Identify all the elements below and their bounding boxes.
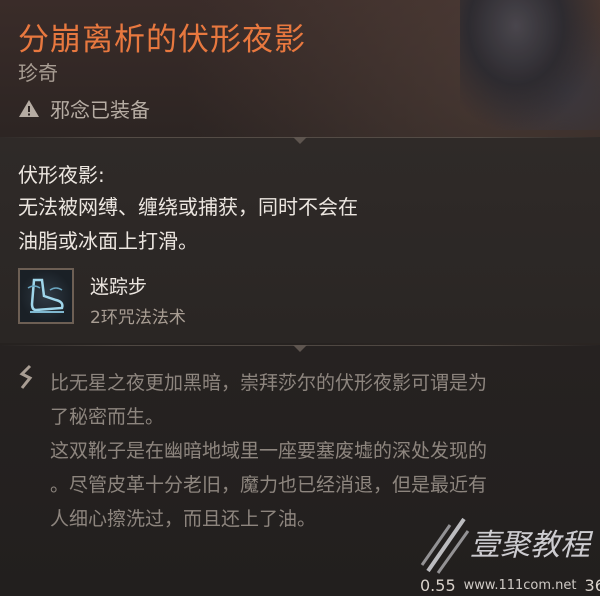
weight-value: 0.55 [420, 575, 456, 595]
lore-line: 比无星之夜更加黑暗，崇拜莎尔的伏形夜影可谓是为 [50, 372, 488, 394]
spell-name[interactable]: 迷踪步 [90, 272, 147, 299]
item-tooltip: 分崩离析的伏形夜影 珍奇 邪念已装备 伏形夜影: 无法被网缚、缠绕或捕获，同时不… [0, 0, 600, 596]
watermark-url: www.111com.net [463, 577, 577, 593]
divider-notch [293, 137, 307, 144]
equip-status-text: 邪念已装备 [50, 98, 150, 122]
divider-notch [293, 345, 307, 352]
lore-line: 了秘密而生。 [50, 406, 165, 428]
passive-description-line: 无法被网缚、缠绕或捕获，同时不会在 [18, 195, 358, 219]
misty-step-icon[interactable] [18, 268, 74, 324]
passive-name: 伏形夜影: [18, 163, 105, 187]
watermark-logo [420, 515, 472, 575]
equip-status-row: 邪念已装备 [18, 94, 150, 123]
lore-quote-icon [18, 364, 36, 390]
watermark-text: 壹聚教程 [470, 528, 590, 563]
warning-icon [18, 98, 40, 120]
passive-description-line: 油脂或冰面上打滑。 [18, 229, 198, 253]
footer-strip: 0.55 www.111com.net 360 [420, 574, 600, 596]
lore-line: 。尽管皮革十分老旧，魔力也已经消退，但是最近有 [50, 474, 488, 496]
lore-line: 这双靴子是在幽暗地域里一座要塞废墟的深处发现的 [50, 440, 488, 462]
lore-text: 比无星之夜更加黑暗，崇拜莎尔的伏形夜影可谓是为 了秘密而生。 这双靴子是在幽暗地… [50, 366, 590, 536]
item-artwork [460, 0, 600, 130]
passive-description: 无法被网缚、缠绕或捕获，同时不会在 油脂或冰面上打滑。 [18, 190, 358, 258]
spell-level: 2环咒法法术 [90, 308, 186, 328]
item-title: 分崩离析的伏形夜影 [18, 22, 306, 58]
gold-value: 360 [584, 575, 600, 595]
item-rarity: 珍奇 [18, 61, 58, 85]
